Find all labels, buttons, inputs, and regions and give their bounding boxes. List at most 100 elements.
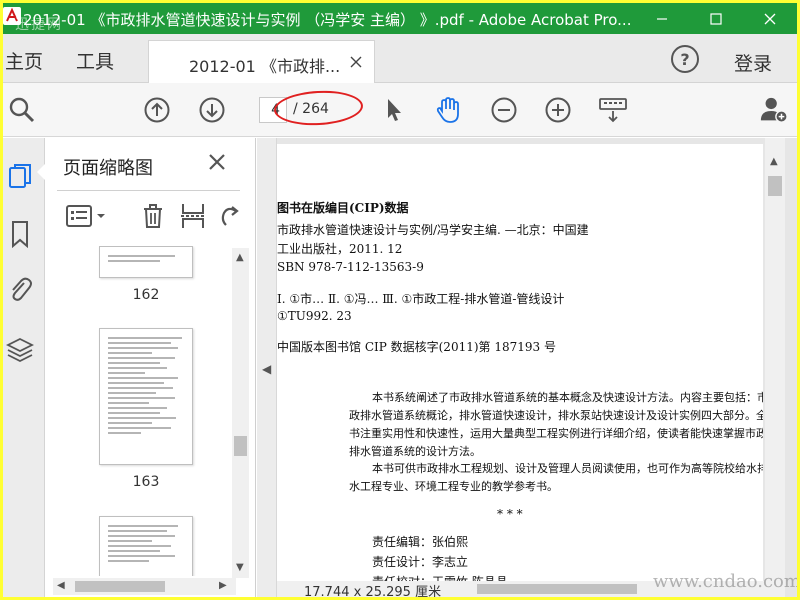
scroll-right-icon[interactable]: ▶	[219, 580, 227, 591]
bookmarks-button[interactable]	[6, 220, 34, 248]
panel-title: 页面缩略图	[63, 158, 153, 179]
nav-home[interactable]: 主页	[5, 47, 43, 74]
active-indicator	[37, 164, 45, 180]
thumbnail-page-164[interactable]	[99, 516, 193, 576]
paperclip-icon	[12, 277, 32, 301]
pages-icon	[9, 164, 31, 188]
pdf-page[interactable]: 图书在版编目(CIP)数据 市政排水管道快速设计与实例/冯学安主编. —北京：中…	[277, 138, 763, 597]
add-user-icon	[760, 97, 788, 123]
options-menu-button[interactable]	[65, 201, 109, 231]
document-vertical-scrollbar[interactable]: ▲	[765, 138, 785, 597]
page-display-button[interactable]	[598, 95, 628, 125]
main-toolbar: 4 / 264	[3, 83, 797, 137]
thumbnail-list[interactable]: 162 163	[45, 246, 232, 576]
doc-line: 书注重实用性和快速性，运用大量典型工程实例进行详细介绍，使读者能快速掌握市政	[349, 427, 763, 440]
page-thumbnails-button[interactable]	[6, 162, 34, 190]
help-button[interactable]: ?	[671, 45, 699, 73]
arrow-down-circle-icon	[199, 97, 225, 123]
close-icon	[209, 154, 225, 170]
title-bar: 迅捷网 2012-01 《市政排水管道快速设计与实例 （冯学安 主编） 》.pd…	[3, 3, 797, 34]
doc-line: 中国版本图书馆 CIP 数据核字(2011)第 187193 号	[277, 340, 556, 354]
doc-line: SBN 978-7-112-13563-9	[277, 260, 424, 274]
rotate-icon	[221, 206, 239, 226]
thumbnail-page-163[interactable]	[99, 328, 193, 465]
left-navigation-rail	[3, 138, 45, 597]
pointer-icon	[388, 99, 401, 121]
rotate-page-button[interactable]	[217, 201, 243, 231]
window-title: 2012-01 《市政排水管道快速设计与实例 （冯学安 主编） 》.pdf - …	[23, 11, 632, 29]
close-tab-icon[interactable]	[350, 53, 362, 72]
thumbnail-horizontal-scrollbar[interactable]: ◀ ▶	[53, 578, 236, 595]
scrollbar-thumb[interactable]	[768, 176, 782, 196]
doc-line: Ⅰ. ①市… Ⅱ. ①冯… Ⅲ. ①市政工程-排水管道-管线设计	[277, 292, 565, 306]
scroll-left-icon[interactable]: ◀	[57, 580, 65, 591]
scrollbar-thumb[interactable]	[234, 436, 247, 456]
scroll-up-icon[interactable]: ▲	[236, 252, 244, 263]
list-options-icon	[66, 205, 105, 227]
layers-icon	[6, 337, 34, 363]
tab-row: 主页 工具 2012-01 《市政排... ? 登录	[3, 34, 797, 83]
hand-icon	[436, 97, 459, 123]
minus-circle-icon	[491, 97, 517, 123]
collapse-panel-strip[interactable]: ◀	[257, 138, 277, 597]
doc-line: ①TU992. 23	[277, 309, 352, 323]
page-gap	[277, 138, 763, 144]
cip-heading: 图书在版编目(CIP)数据	[277, 201, 409, 215]
highlight-ellipse	[273, 88, 364, 128]
nav-tools[interactable]: 工具	[76, 47, 114, 74]
login-button[interactable]: 登录	[734, 49, 772, 76]
layers-button[interactable]	[6, 336, 34, 364]
doc-line: 本书系统阐述了市政排水管道系统的基本概念及快速设计方法。内容主要包括：市	[372, 391, 763, 404]
doc-separator: * * *	[497, 507, 523, 521]
previous-page-button[interactable]	[142, 95, 172, 125]
maximize-icon	[710, 12, 722, 25]
thumbnail-panel: 页面缩略图 162 163 ▲ ▼ ◀ ▶	[45, 138, 256, 597]
watermark-bottom: www.cndao.com	[653, 571, 797, 592]
plus-circle-icon	[545, 97, 571, 123]
document-tab-label: 2012-01 《市政排...	[189, 57, 341, 76]
next-page-button[interactable]	[197, 95, 227, 125]
doc-line: 政排水管道系统概论，排水管道快速设计，排水泵站快速设计及设计实例四大部分。全	[349, 409, 763, 422]
panel-divider	[57, 190, 240, 191]
chevron-left-icon[interactable]: ◀	[262, 362, 271, 376]
attachments-button[interactable]	[6, 276, 34, 304]
delete-page-button[interactable]	[139, 201, 167, 231]
document-tab[interactable]: 2012-01 《市政排...	[148, 40, 375, 83]
maximize-button[interactable]	[689, 3, 743, 34]
close-window-button[interactable]	[743, 3, 797, 34]
add-user-button[interactable]	[759, 95, 789, 125]
hand-tool-button[interactable]	[433, 95, 463, 125]
thumbnail-label-162: 162	[132, 287, 160, 303]
minimize-button[interactable]	[635, 3, 689, 34]
acrobat-window: 迅捷网 2012-01 《市政排水管道快速设计与实例 （冯学安 主编） 》.pd…	[3, 3, 797, 597]
doc-line: 责任设计：李志立	[372, 555, 469, 569]
scrollbar-thumb[interactable]	[75, 581, 165, 592]
zoom-out-button[interactable]	[489, 95, 519, 125]
doc-line: 工业出版社，2011. 12	[277, 242, 403, 256]
select-tool-button[interactable]	[379, 95, 409, 125]
page-dimensions: 17.744 x 25.295 厘米	[304, 585, 442, 597]
doc-line: 责任编辑：张伯熙	[372, 535, 469, 549]
close-icon	[764, 13, 776, 24]
thumbnail-vertical-scrollbar[interactable]: ▲ ▼	[232, 248, 249, 578]
doc-line: 水工程专业、环境工程专业的教学参考书。	[349, 480, 558, 493]
keyboard-scroll-icon	[599, 98, 627, 123]
scroll-down-icon[interactable]: ▼	[236, 562, 244, 573]
doc-line: 市政排水管道快速设计与实例/冯学安主编. —北京：中国建	[277, 223, 589, 237]
thumbnail-page-162[interactable]	[99, 246, 193, 278]
doc-line: 排水管道系统的设计方法。	[349, 445, 481, 458]
extract-icon	[181, 204, 205, 228]
arrow-up-circle-icon	[144, 97, 170, 123]
minimize-icon	[657, 17, 667, 20]
trash-icon	[144, 204, 162, 228]
thumbnail-label-163: 163	[132, 474, 160, 490]
document-area: ◀ 图书在版编目(CIP)数据 市政排水管道快速设计与实例/冯学安主编. —北京…	[257, 138, 797, 597]
extract-pages-button[interactable]	[178, 201, 208, 231]
close-panel-button[interactable]	[208, 152, 226, 177]
zoom-in-button[interactable]	[543, 95, 573, 125]
search-button[interactable]	[7, 95, 37, 125]
horizontal-scrollbar-thumb[interactable]	[477, 584, 637, 594]
search-icon	[9, 97, 35, 123]
scroll-up-icon[interactable]: ▲	[770, 156, 778, 167]
bookmark-icon	[12, 221, 28, 248]
